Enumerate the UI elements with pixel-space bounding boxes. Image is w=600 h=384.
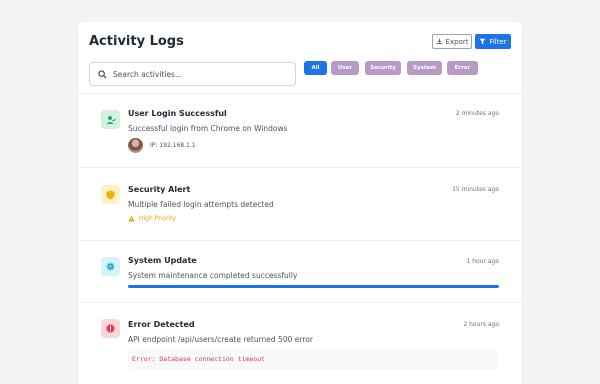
progress-bar [128, 285, 499, 288]
filter-chip-security[interactable]: Security [365, 61, 401, 75]
page-title: Activity Logs [89, 34, 184, 49]
export-button[interactable]: Export [432, 34, 472, 49]
search-icon [98, 69, 107, 79]
user-check-icon [101, 110, 120, 129]
error-code-block: Error: Database connection timeout [128, 348, 499, 370]
filter-chip-all[interactable]: All [304, 61, 327, 75]
activity-title: User Login Successful [128, 109, 227, 118]
export-label: Export [445, 37, 469, 46]
filter-icon [480, 38, 486, 45]
activity-title: Error Detected [128, 320, 195, 329]
divider [78, 167, 522, 168]
activity-time: 15 minutes ago [452, 186, 499, 193]
filter-chip-error[interactable]: Error [447, 61, 478, 75]
activity-time: 2 minutes ago [455, 110, 499, 117]
activity-time: 2 hours ago [463, 321, 499, 328]
activity-description: System maintenance completed successfull… [128, 271, 298, 280]
ip-address: IP: 192.168.1.1 [150, 142, 196, 149]
activity-logs-card: Activity Logs Export Filter All User Sec… [78, 22, 522, 384]
divider [78, 93, 522, 94]
activity-title: Security Alert [128, 185, 191, 194]
gear-icon [101, 257, 120, 276]
error-code: Error: Database connection timeout [132, 355, 266, 363]
shield-icon [101, 185, 120, 204]
search-box[interactable] [89, 62, 296, 86]
divider [78, 302, 522, 303]
filter-chip-system[interactable]: System [407, 61, 442, 75]
activity-description: Multiple failed login attempts detected [128, 200, 274, 209]
search-input[interactable] [113, 69, 283, 79]
progress-fill [128, 285, 499, 288]
activity-time: 1 hour ago [466, 258, 499, 265]
warning-icon [128, 215, 135, 222]
filter-chip-user[interactable]: User [331, 61, 359, 75]
filter-button[interactable]: Filter [475, 34, 511, 49]
divider [78, 240, 522, 241]
download-icon [436, 38, 442, 45]
priority-label: High Priority [139, 215, 177, 222]
activity-description: API endpoint /api/users/create returned … [128, 335, 313, 344]
priority-badge: High Priority [128, 215, 176, 222]
activity-title: System Update [128, 256, 197, 265]
filter-label: Filter [489, 37, 507, 46]
activity-description: Successful login from Chrome on Windows [128, 124, 288, 133]
avatar [128, 138, 143, 153]
error-icon [101, 319, 120, 338]
